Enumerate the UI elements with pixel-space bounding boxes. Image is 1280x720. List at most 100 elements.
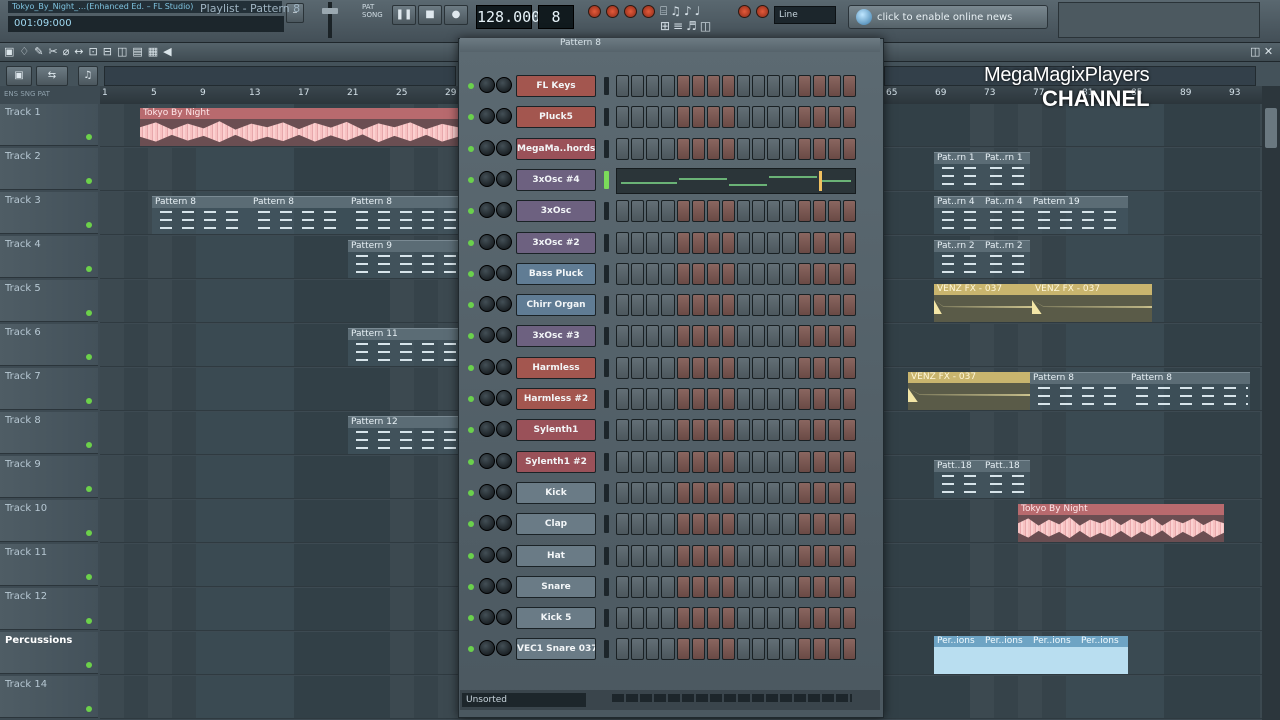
step-button[interactable] bbox=[797, 106, 811, 129]
step-button[interactable] bbox=[737, 231, 751, 254]
pattern-clip[interactable]: Pattern 19 bbox=[1030, 196, 1128, 234]
step-button[interactable] bbox=[646, 325, 660, 348]
step-button[interactable] bbox=[827, 544, 841, 567]
channel-enable-icon[interactable] bbox=[468, 83, 474, 89]
step-button[interactable] bbox=[721, 75, 735, 97]
track-enable-icon[interactable] bbox=[86, 398, 92, 404]
step-button[interactable] bbox=[706, 544, 720, 567]
channel-enable-icon[interactable] bbox=[468, 427, 474, 434]
channel-row[interactable]: Sylenth1 bbox=[462, 415, 878, 446]
step-button[interactable] bbox=[721, 294, 735, 317]
channel-name-button[interactable]: Harmless #2 bbox=[516, 388, 596, 410]
channel-row[interactable]: Sylenth1 #2 bbox=[462, 447, 878, 478]
step-button[interactable] bbox=[721, 106, 735, 129]
channel-volume-knob[interactable] bbox=[496, 77, 512, 93]
channel-pan-knob[interactable] bbox=[479, 170, 495, 187]
channel-select-indicator[interactable] bbox=[604, 77, 609, 95]
blend-notes-icon[interactable] bbox=[642, 5, 655, 18]
window-shortcut-icons[interactable]: ⌸♫♪♩ ⊞≡♬◫ bbox=[660, 4, 730, 34]
step-button[interactable] bbox=[706, 262, 720, 285]
note-icon[interactable]: ♫ bbox=[78, 66, 98, 86]
step-button[interactable] bbox=[737, 325, 751, 348]
step-button[interactable] bbox=[752, 137, 766, 160]
channel-row[interactable]: Harmless bbox=[462, 353, 878, 384]
step-button[interactable] bbox=[706, 450, 720, 473]
channel-select-indicator[interactable] bbox=[604, 202, 609, 221]
channel-select-indicator[interactable] bbox=[604, 327, 609, 346]
step-button[interactable] bbox=[646, 106, 660, 129]
step-button[interactable] bbox=[616, 575, 630, 598]
pattern-clip[interactable]: Pat..rn 1 bbox=[934, 152, 982, 190]
step-button[interactable] bbox=[661, 262, 675, 285]
step-button[interactable] bbox=[646, 419, 660, 442]
step-button[interactable] bbox=[812, 325, 826, 348]
step-button[interactable] bbox=[797, 544, 811, 567]
step-button[interactable] bbox=[842, 294, 856, 317]
channel-name-button[interactable]: Pluck5 bbox=[516, 106, 596, 129]
step-button[interactable] bbox=[842, 513, 856, 536]
channel-name-button[interactable]: VEC1 Snare 037 bbox=[516, 638, 596, 661]
step-button[interactable] bbox=[646, 356, 660, 379]
track-header[interactable]: Track 6 bbox=[0, 324, 98, 366]
step-button[interactable] bbox=[721, 200, 735, 223]
audio-clip[interactable]: Per..ions bbox=[982, 636, 1030, 674]
channel-volume-knob[interactable] bbox=[496, 170, 512, 187]
playlist-tool-icons[interactable]: ▣♢✎✂⌀↔⊡⊟◫▤▦◀ bbox=[4, 45, 194, 59]
step-button[interactable] bbox=[691, 388, 705, 410]
channel-volume-knob[interactable] bbox=[496, 577, 512, 594]
step-button[interactable] bbox=[616, 544, 630, 567]
channel-name-button[interactable]: Sylenth1 bbox=[516, 419, 596, 442]
step-button[interactable] bbox=[737, 481, 751, 504]
step-button[interactable] bbox=[676, 200, 690, 223]
channel-row[interactable]: 3xOsc bbox=[462, 196, 878, 227]
channel-enable-icon[interactable] bbox=[468, 208, 474, 215]
track-enable-icon[interactable] bbox=[86, 486, 92, 492]
step-button[interactable] bbox=[737, 638, 751, 661]
channel-pan-knob[interactable] bbox=[479, 452, 495, 469]
step-button[interactable] bbox=[767, 513, 781, 536]
step-button[interactable] bbox=[616, 294, 630, 317]
step-button[interactable] bbox=[691, 575, 705, 598]
step-button[interactable] bbox=[827, 137, 841, 160]
track-header[interactable]: Track 3 bbox=[0, 192, 98, 234]
step-button[interactable] bbox=[827, 356, 841, 379]
step-button[interactable] bbox=[646, 262, 660, 285]
step-button[interactable] bbox=[676, 388, 690, 410]
step-button[interactable] bbox=[737, 513, 751, 536]
step-button[interactable] bbox=[812, 544, 826, 567]
track-header[interactable]: Track 10 bbox=[0, 500, 98, 542]
step-button[interactable] bbox=[616, 450, 630, 473]
step-button[interactable] bbox=[676, 262, 690, 285]
step-button[interactable] bbox=[737, 575, 751, 598]
channel-select-indicator[interactable] bbox=[604, 609, 609, 628]
channel-volume-knob[interactable] bbox=[496, 296, 512, 313]
audio-clip[interactable]: Per..ions bbox=[1078, 636, 1128, 674]
step-button[interactable] bbox=[767, 356, 781, 379]
channel-name-button[interactable]: 3xOsc #2 bbox=[516, 231, 596, 254]
track-enable-icon[interactable] bbox=[86, 266, 92, 272]
step-button[interactable] bbox=[752, 419, 766, 442]
metronome-icon[interactable] bbox=[588, 5, 601, 18]
pattern-clip[interactable]: Pattern 9 bbox=[348, 240, 458, 278]
track-header[interactable]: Track 2 bbox=[0, 148, 98, 190]
step-button[interactable] bbox=[782, 356, 796, 379]
step-button[interactable] bbox=[782, 262, 796, 285]
step-button[interactable] bbox=[706, 200, 720, 223]
step-button[interactable] bbox=[767, 388, 781, 410]
channel-pan-knob[interactable] bbox=[479, 390, 495, 406]
step-button[interactable] bbox=[767, 75, 781, 97]
step-button[interactable] bbox=[661, 137, 675, 160]
pattern-number-display[interactable]: 8 bbox=[538, 5, 574, 29]
audio-clip[interactable]: VENZ FX - 037 bbox=[934, 284, 1032, 322]
step-button[interactable] bbox=[661, 75, 675, 97]
channel-pan-knob[interactable] bbox=[479, 421, 495, 438]
step-button[interactable] bbox=[812, 481, 826, 504]
step-button[interactable] bbox=[752, 75, 766, 97]
step-button[interactable] bbox=[646, 137, 660, 160]
step-button[interactable] bbox=[827, 575, 841, 598]
track-header[interactable]: Track 7 bbox=[0, 368, 98, 410]
step-button[interactable] bbox=[827, 388, 841, 410]
step-button[interactable] bbox=[812, 356, 826, 379]
step-button[interactable] bbox=[782, 481, 796, 504]
step-button[interactable] bbox=[616, 419, 630, 442]
